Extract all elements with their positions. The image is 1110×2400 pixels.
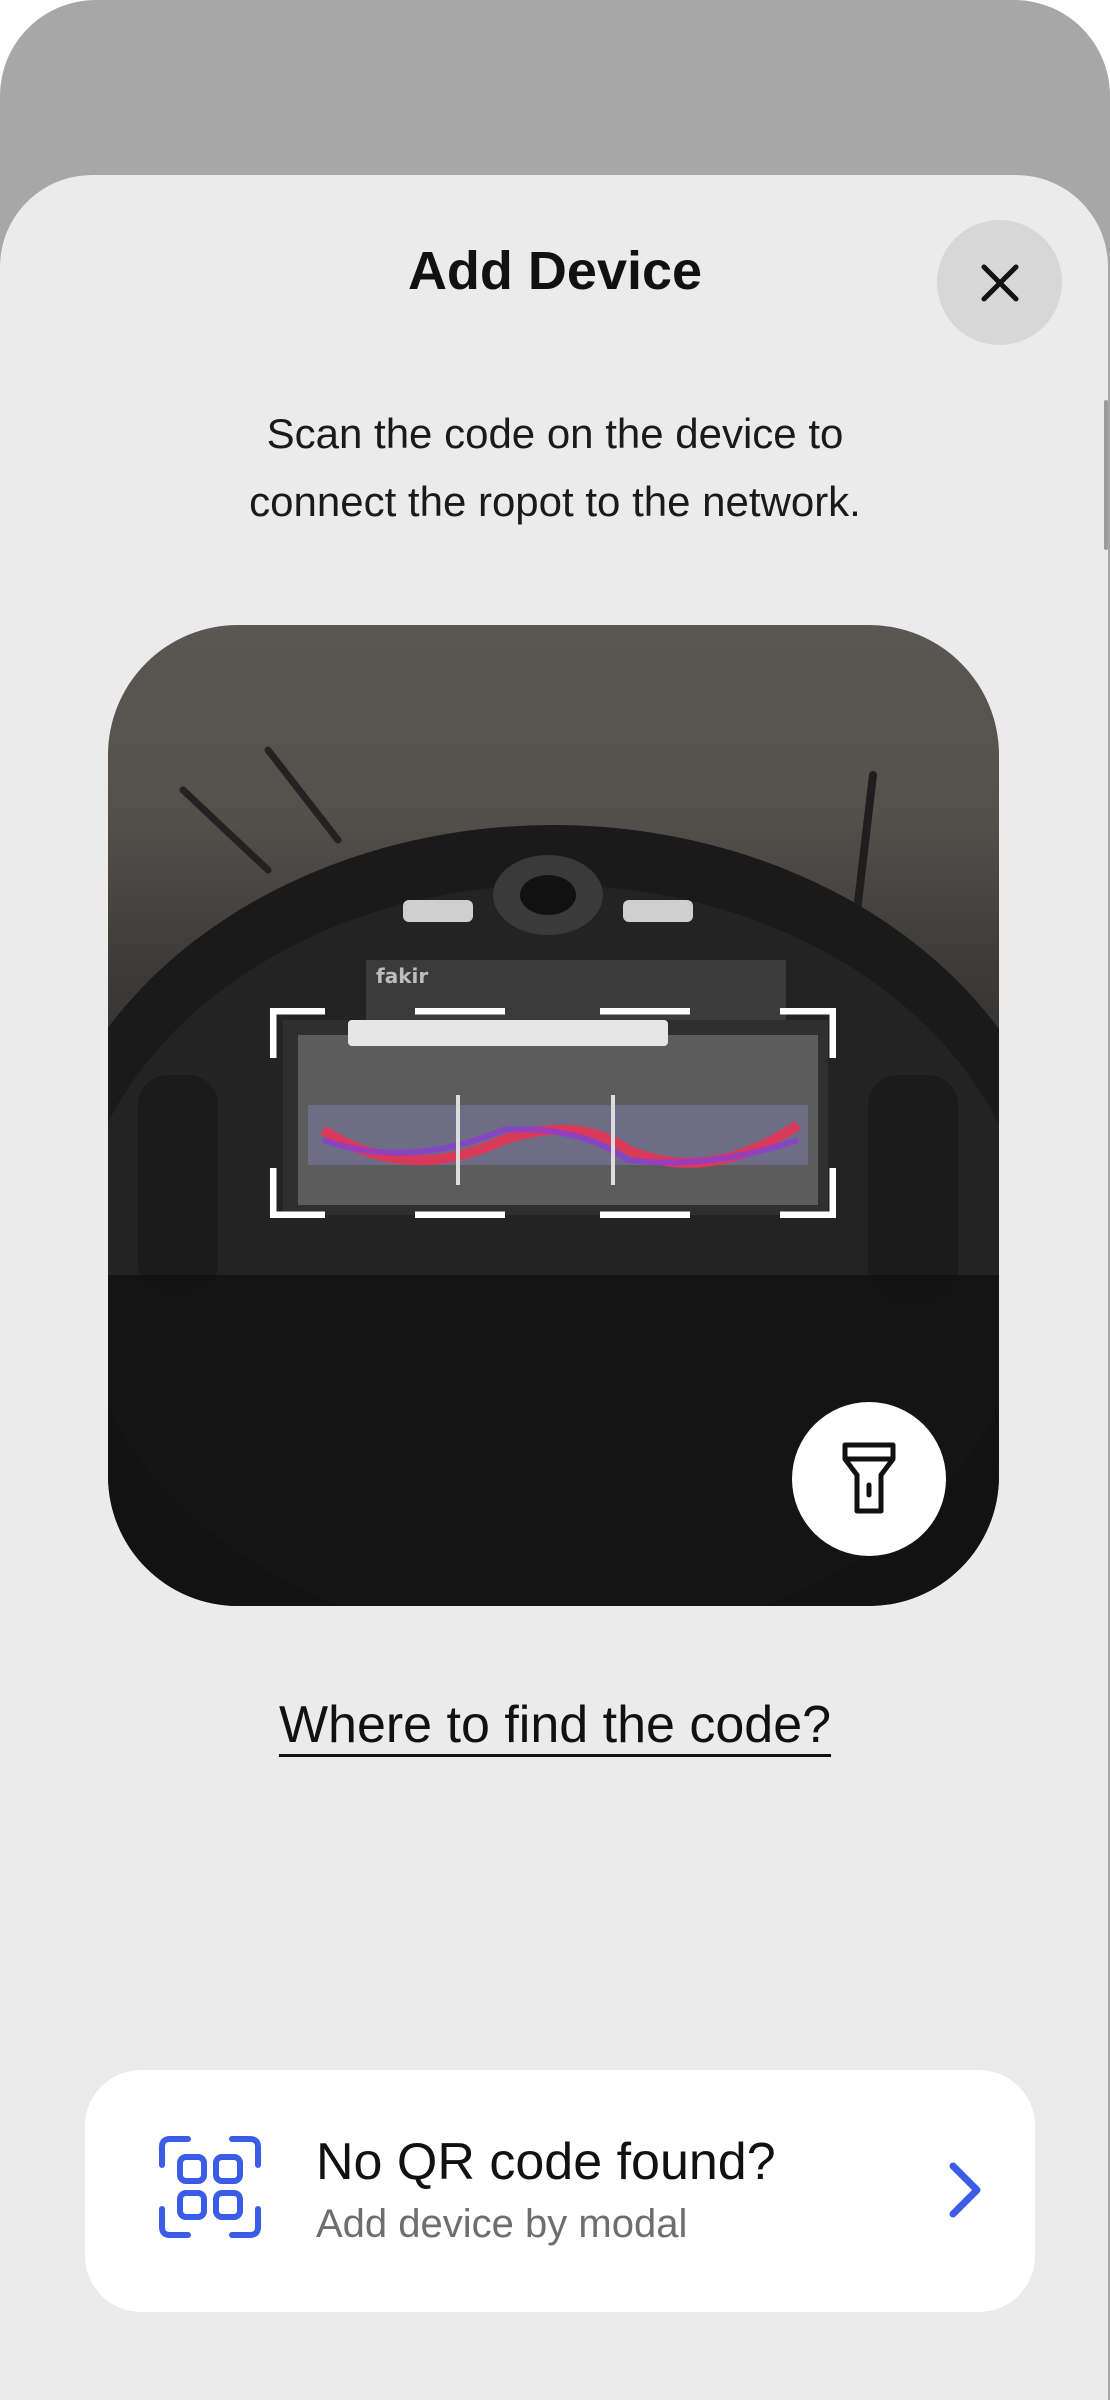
no-qr-code-card[interactable]: No QR code found? Add device by modal bbox=[85, 2070, 1035, 2312]
instructions-line-1: Scan the code on the device to bbox=[266, 410, 844, 457]
flashlight-icon bbox=[842, 1442, 896, 1514]
card-title: No QR code found? bbox=[316, 2133, 776, 2191]
close-button[interactable] bbox=[937, 220, 1062, 345]
instructions-text: Scan the code on the device to connect t… bbox=[150, 400, 960, 536]
card-subtitle: Add device by modal bbox=[316, 2202, 688, 2246]
flashlight-button[interactable] bbox=[792, 1402, 946, 1556]
device-label-brand: fakir bbox=[376, 964, 428, 988]
close-icon bbox=[981, 264, 1018, 301]
scroll-indicator[interactable] bbox=[1104, 400, 1108, 550]
where-to-find-code-link[interactable]: Where to find the code? bbox=[0, 1695, 1110, 1755]
scan-frame bbox=[270, 1008, 836, 1218]
chevron-right-icon bbox=[949, 2162, 981, 2218]
instructions-line-2: connect the ropot to the network. bbox=[249, 478, 861, 525]
qr-scan-icon bbox=[159, 2136, 261, 2238]
help-link-text[interactable]: Where to find the code? bbox=[279, 1696, 831, 1754]
